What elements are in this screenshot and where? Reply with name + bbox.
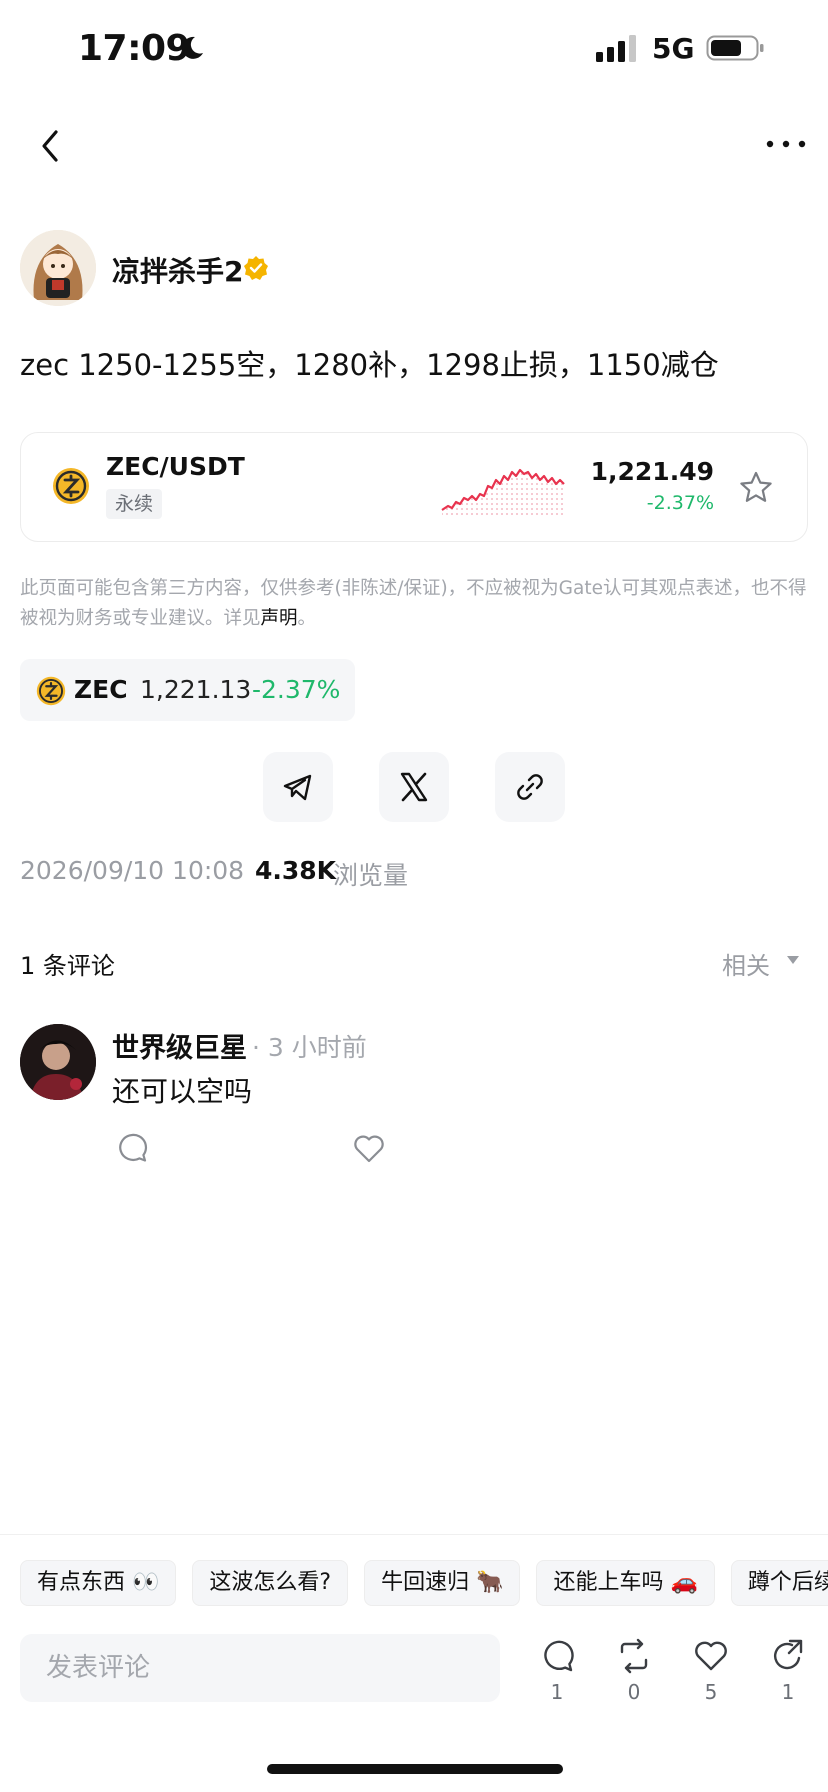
- quick-reply-chip[interactable]: 牛回速归 🐂: [364, 1560, 521, 1606]
- anime-avatar-image: [20, 230, 96, 306]
- heart-icon: [695, 1641, 727, 1671]
- commenter-name[interactable]: 世界级巨星: [112, 1026, 247, 1065]
- author-avatar[interactable]: [20, 230, 96, 306]
- quick-reply-chip[interactable]: 还能上车吗 🚗: [536, 1560, 715, 1606]
- like-action[interactable]: 5: [683, 1638, 739, 1704]
- coin-tag-change: -2.37%: [252, 675, 341, 704]
- more-dots-icon[interactable]: [764, 136, 808, 152]
- user-photo-image: [20, 1024, 96, 1100]
- price-sparkline: [441, 468, 565, 516]
- sort-dropdown[interactable]: 相关: [722, 946, 770, 981]
- caret-down-icon[interactable]: [786, 955, 800, 965]
- post-date: 2026/09/10 10:08: [20, 856, 245, 885]
- disclaimer-text: 此页面可能包含第三方内容，仅供参考(非陈述/保证)，不应被视为Gate认可其观点…: [20, 578, 807, 629]
- market-change: -2.37%: [646, 492, 714, 514]
- share-x-button[interactable]: [379, 752, 449, 822]
- disclaimer-end: 。: [297, 608, 317, 629]
- comment-time: · 3 小时前: [252, 1033, 367, 1062]
- share-icon: [774, 1639, 803, 1670]
- perpetual-badge: 永续: [106, 489, 163, 519]
- view-count: 4.38K: [255, 856, 337, 885]
- repost-action[interactable]: 0: [606, 1638, 662, 1704]
- commenter-avatar[interactable]: [20, 1024, 96, 1100]
- home-indicator[interactable]: [267, 1764, 563, 1774]
- comment-input[interactable]: [20, 1634, 500, 1702]
- disclaimer-link[interactable]: 声明: [261, 608, 298, 629]
- repost-icon: [620, 1638, 648, 1674]
- coin-tag-symbol: ZEC: [74, 675, 128, 704]
- heart-icon[interactable]: [352, 1132, 386, 1164]
- star-icon[interactable]: [738, 470, 774, 506]
- repost-count: 0: [627, 1680, 641, 1704]
- share-telegram-button[interactable]: [263, 752, 333, 822]
- bottom-divider: [0, 1534, 828, 1535]
- comment-count: 1 条评论: [20, 952, 115, 980]
- quick-reply-chip[interactable]: 有点东西 👀: [20, 1560, 177, 1606]
- zcash-coin-icon: [36, 676, 66, 706]
- comment-text: 还可以空吗: [112, 1075, 253, 1108]
- like-count: 5: [704, 1680, 718, 1704]
- status-time: 17:09: [78, 28, 191, 69]
- moon-icon: [182, 36, 203, 59]
- verified-badge-icon: [244, 256, 268, 280]
- quick-reply-bar: 有点东西 👀 这波怎么看? 牛回速归 🐂 还能上车吗 🚗 蹲个后续: [20, 1560, 828, 1606]
- share-action[interactable]: 1: [760, 1638, 816, 1704]
- network-label: 5G: [652, 32, 695, 65]
- disclaimer: 此页面可能包含第三方内容，仅供参考(非陈述/保证)，不应被视为Gate认可其观点…: [20, 574, 808, 634]
- market-card[interactable]: [20, 432, 808, 542]
- comments-count: 1: [550, 1680, 564, 1704]
- market-pair: ZEC/USDT: [106, 452, 245, 481]
- post-text: zec 1250-1255空，1280补，1298止损，1150减仓: [20, 348, 719, 382]
- view-count-label: 浏览量: [333, 861, 409, 890]
- link-icon: [517, 774, 543, 800]
- zcash-coin-icon: [53, 468, 89, 504]
- quick-reply-chip[interactable]: 这波怎么看?: [192, 1560, 349, 1606]
- market-price: 1,221.49: [590, 457, 714, 486]
- quick-reply-chip[interactable]: 蹲个后续: [730, 1560, 828, 1606]
- share-count: 1: [781, 1680, 795, 1704]
- reply-icon[interactable]: [116, 1132, 148, 1164]
- telegram-icon: [283, 774, 312, 801]
- x-icon: [400, 772, 428, 802]
- comment-icon: [544, 1640, 574, 1672]
- back-arrow-icon[interactable]: [34, 124, 70, 168]
- battery-icon: [706, 35, 764, 61]
- comments-action[interactable]: 1: [529, 1638, 585, 1704]
- signal-icon: [596, 35, 636, 62]
- author-name[interactable]: 凉拌杀手2: [112, 250, 243, 290]
- copy-link-button[interactable]: [495, 752, 565, 822]
- coin-tag-price: 1,221.13: [140, 675, 252, 704]
